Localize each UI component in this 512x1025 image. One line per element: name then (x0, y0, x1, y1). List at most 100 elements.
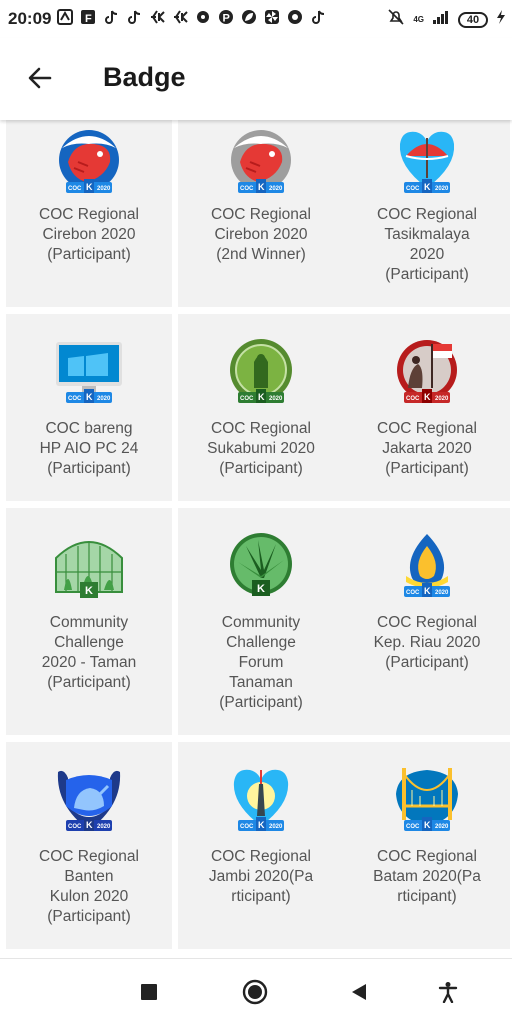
svg-text:2020: 2020 (97, 824, 111, 830)
svg-text:K: K (424, 392, 431, 402)
network-type: 4G (413, 14, 424, 24)
app-icon (56, 8, 73, 25)
svg-text:2020: 2020 (435, 396, 449, 402)
back-nav-button[interactable] (344, 977, 374, 1007)
app-bar: Badge (0, 38, 512, 120)
home-circle-icon (242, 979, 268, 1005)
tiktok-icon (309, 8, 326, 25)
badge-card[interactable]: K Community Challenge 2020 - Taman (Part… (6, 508, 172, 735)
badge-card[interactable]: COC K 2020 COC Regional Cirebon 2020 (Pa… (6, 120, 172, 307)
svg-text:2020: 2020 (97, 186, 111, 192)
leaf-icon (240, 8, 257, 25)
shrimp-badge-icon: COC K 2020 (59, 130, 119, 193)
umbrella-badge-icon: COC K 2020 (399, 131, 455, 193)
svg-text:COC: COC (406, 590, 420, 596)
svg-text:2020: 2020 (269, 186, 283, 192)
badge-label: COC Regional Kep. Riau 2020 (Participant… (373, 614, 481, 671)
svg-text:K: K (86, 182, 93, 192)
battery-indicator: 40 (458, 11, 488, 28)
svg-text:2020: 2020 (97, 396, 111, 402)
svg-text:2020: 2020 (269, 396, 283, 402)
svg-text:K: K (86, 392, 93, 402)
computer-badge-icon: COC K 2020 (56, 342, 122, 403)
svg-text:2020: 2020 (435, 590, 449, 596)
badge-card[interactable]: COC K 2020 COC Regional Kep. Riau 2020 (… (344, 508, 510, 735)
badge-label: COC Regional Cirebon 2020 (2nd Winner) (211, 206, 311, 263)
circle-app-icon (286, 8, 303, 25)
badge-card[interactable]: COC K 2020 COC Regional Banten Kulon 202… (6, 742, 172, 949)
shrimp-silver-badge-icon: COC K 2020 (231, 130, 291, 193)
badge-card[interactable]: COC K 2020 COC Regional Batam 2020(Pa rt… (344, 742, 510, 949)
svg-text:COC: COC (68, 186, 82, 192)
badge-card[interactable]: COC K 2020 COC Regional Cirebon 2020 (2n… (178, 120, 344, 307)
svg-text:COC: COC (240, 186, 254, 192)
svg-text:COC: COC (240, 824, 254, 830)
svg-text:K: K (424, 182, 431, 192)
flag-badge-icon: COC K 2020 (397, 340, 457, 403)
svg-text:2020: 2020 (269, 824, 283, 830)
badge-label: Community Challenge 2020 - Taman (Partic… (41, 614, 137, 691)
badge-grid: COC K 2020 COC Regional Cirebon 2020 (Pa… (0, 120, 512, 953)
svg-text:COC: COC (68, 396, 82, 402)
svg-text:P: P (222, 12, 229, 24)
plant-badge-icon: K (230, 533, 292, 596)
status-time: 20:09 (8, 9, 52, 28)
svg-text:K: K (257, 583, 265, 595)
svg-text:K: K (258, 182, 265, 192)
tiktok-icon (125, 8, 142, 25)
svg-text:K: K (424, 586, 431, 596)
badge-label: COC Regional Tasikmalaya 2020 (Participa… (377, 206, 477, 283)
tiktok-icon (102, 8, 119, 25)
svg-text:2020: 2020 (435, 186, 449, 192)
badge-label: COC bareng HP AIO PC 24 (Participant) (39, 420, 139, 477)
back-button[interactable] (22, 60, 58, 96)
charging-icon (496, 9, 506, 30)
badge-card[interactable]: COC K 2020 COC Regional Sukabumi 2020 (P… (178, 314, 344, 501)
notification-icons: F P (56, 8, 326, 25)
flame-badge-icon: COC K 2020 (404, 534, 450, 597)
k-icon (148, 8, 165, 25)
greenhouse-badge-icon: K (55, 541, 123, 598)
status-right: 4G 40 (387, 8, 506, 31)
badge-card[interactable]: COC K 2020 COC bareng HP AIO PC 24 (Part… (6, 314, 172, 501)
badge-label: COC Regional Cirebon 2020 (Participant) (39, 206, 139, 263)
svg-text:COC: COC (406, 186, 420, 192)
svg-text:COC: COC (406, 824, 420, 830)
recents-button[interactable] (134, 977, 164, 1007)
statue-badge-icon: COC K 2020 (230, 339, 292, 403)
svg-text:COC: COC (240, 396, 254, 402)
arrow-left-icon (28, 67, 52, 89)
page-title: Badge (103, 62, 186, 92)
tower-badge-icon: COC K 2020 (233, 769, 289, 831)
accessibility-icon (438, 982, 458, 1003)
recents-square-icon (141, 984, 157, 1000)
badge-card[interactable]: COC K 2020 COC Regional Jakarta 2020 (Pa… (344, 314, 510, 501)
pinterest-icon: P (217, 8, 234, 25)
status-bar: 20:09 F P 4G 40 (0, 0, 512, 38)
bridge-badge-icon: COC K 2020 (396, 768, 458, 831)
svg-text:COC: COC (68, 824, 82, 830)
k-icon (171, 8, 188, 25)
svg-text:K: K (85, 585, 93, 597)
badge-card[interactable]: COC K 2020 COC Regional Tasikmalaya 2020… (344, 120, 510, 307)
svg-text:COC: COC (406, 396, 420, 402)
signal-icon (432, 9, 450, 30)
badge-label: Community Challenge Forum Tanaman (Parti… (219, 614, 303, 711)
accessibility-button[interactable] (433, 977, 463, 1007)
badge-label: COC Regional Batam 2020(Pa rticipant) (373, 848, 481, 905)
svg-text:2020: 2020 (435, 824, 449, 830)
badge-label: COC Regional Jambi 2020(Pa rticipant) (208, 848, 314, 905)
rhino-badge-icon: COC K 2020 (57, 770, 121, 831)
badge-card[interactable]: COC K 2020 COC Regional Jambi 2020(Pa rt… (178, 742, 344, 949)
badge-card[interactable]: K Community Challenge Forum Tanaman (Par… (178, 508, 344, 735)
svg-text:F: F (85, 13, 92, 25)
badge-label: COC Regional Banten Kulon 2020 (Particip… (39, 848, 139, 925)
svg-text:K: K (258, 392, 265, 402)
svg-text:K: K (86, 820, 93, 830)
home-button[interactable] (240, 977, 270, 1007)
navigation-bar (0, 958, 512, 1025)
badge-label: COC Regional Sukabumi 2020 (Participant) (207, 420, 315, 477)
pinwheel-icon (263, 8, 280, 25)
svg-text:K: K (424, 820, 431, 830)
back-triangle-icon (352, 984, 366, 1000)
